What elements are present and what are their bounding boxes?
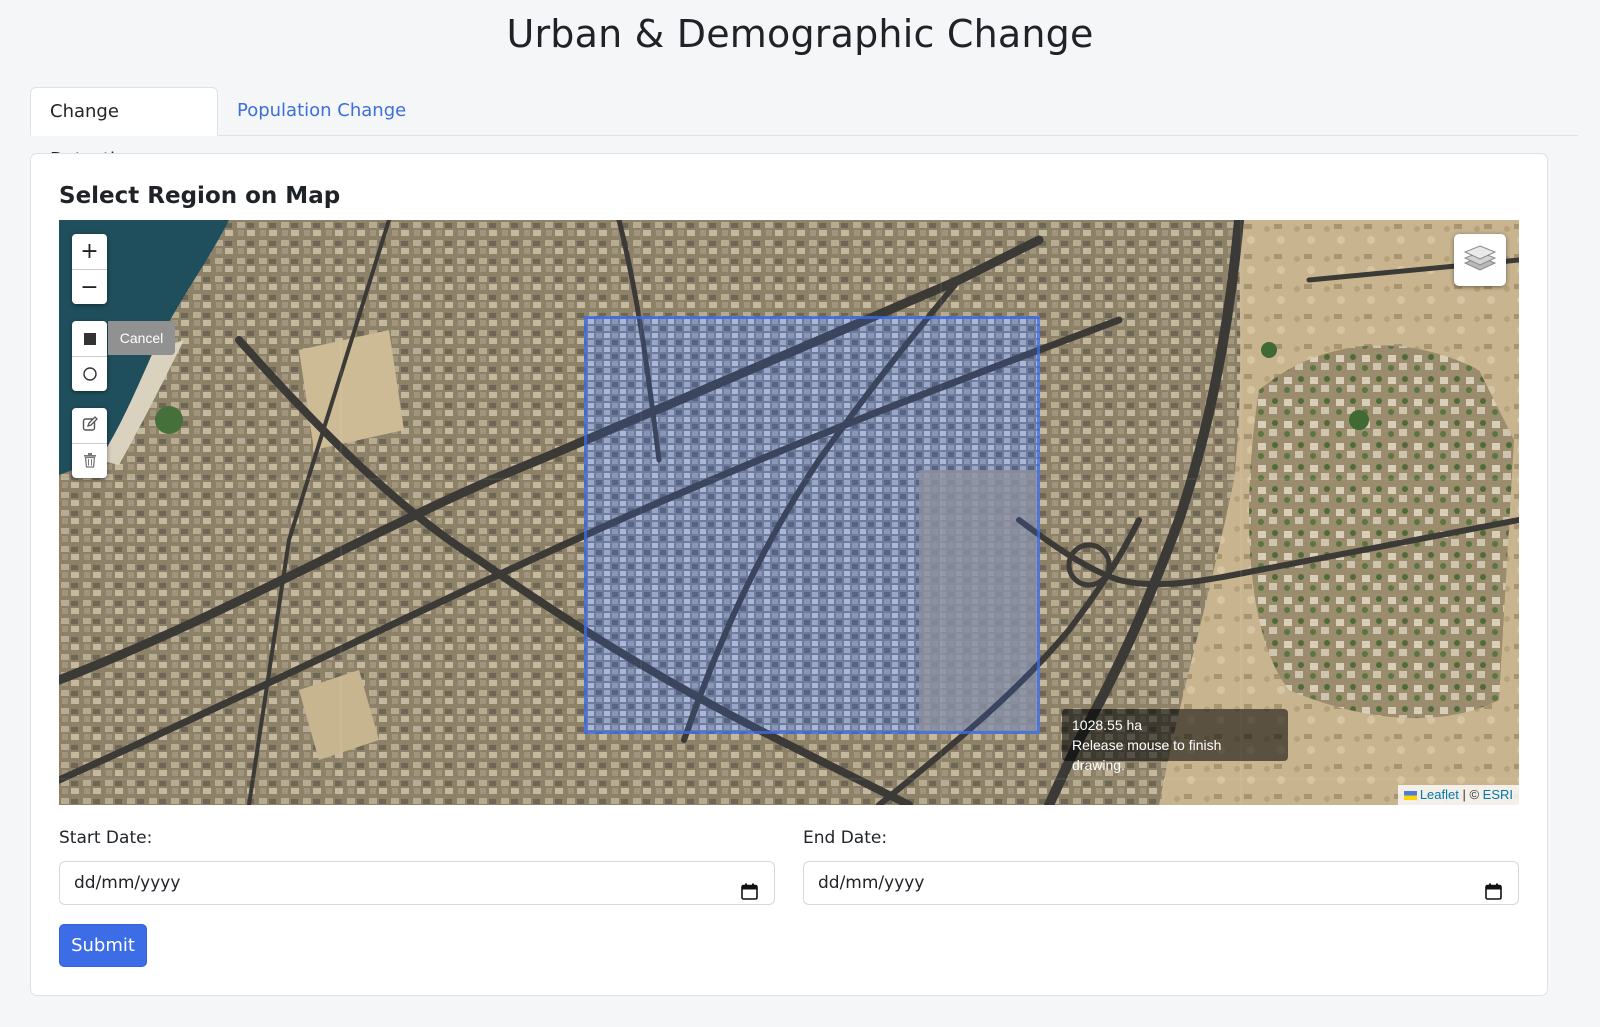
draw-circle-button[interactable] [72,356,107,391]
calendar-icon[interactable] [1485,874,1502,916]
map-attribution: Leaflet | © ESRI [1397,785,1519,805]
edit-toolbar [72,408,107,478]
tab-population-change[interactable]: Population Change [218,87,425,135]
cancel-drawing-button[interactable]: Cancel [108,321,175,355]
zoom-in-button[interactable]: + [72,234,107,269]
draw-tooltip: 1028.55 ha Release mouse to finish drawi… [1062,709,1288,773]
start-date-field[interactable]: dd/mm/yyyy [59,861,775,905]
ukraine-flag-icon [1403,786,1417,800]
submit-button[interactable]: Submit [59,924,147,967]
layers-icon [1463,243,1497,277]
draw-toolbar [72,321,107,391]
end-date-field[interactable]: dd/mm/yyyy [803,861,1519,905]
tooltip-area: 1028.55 ha [1072,717,1143,733]
zoom-control: + − [72,234,107,304]
layers-control-button[interactable] [1454,234,1506,286]
trash-icon [82,449,98,474]
tab-change-detection[interactable]: Change Detection [30,87,218,170]
calendar-icon[interactable] [741,874,758,916]
tab-bar: Change Detection Population Change [30,87,1578,170]
tooltip-hint: Release mouse to finish drawing. [1072,737,1222,773]
start-date-label: Start Date: [59,828,153,848]
end-date-label: End Date: [803,828,888,848]
page-title: Urban & Demographic Change [506,12,1094,56]
edit-icon [82,413,98,438]
leaflet-link[interactable]: Leaflet [1420,787,1459,802]
drawn-selection-rectangle[interactable] [584,316,1040,734]
delete-layers-button[interactable] [72,443,107,478]
circle-icon [82,362,97,387]
section-title: Select Region on Map [59,183,341,209]
attribution-separator: | © [1458,787,1483,802]
map-view[interactable]: + − Cancel 1028.55 ha Release mouse to f… [59,220,1519,805]
draw-rectangle-button[interactable] [72,321,107,356]
end-date-placeholder: dd/mm/yyyy [818,873,925,893]
rectangle-icon [83,326,96,351]
page-root: Urban & Demographic Change Change Detect… [0,0,1600,1027]
start-date-placeholder: dd/mm/yyyy [74,873,181,893]
edit-layers-button[interactable] [72,408,107,443]
esri-link[interactable]: ESRI [1483,787,1513,802]
zoom-out-button[interactable]: − [72,269,107,304]
